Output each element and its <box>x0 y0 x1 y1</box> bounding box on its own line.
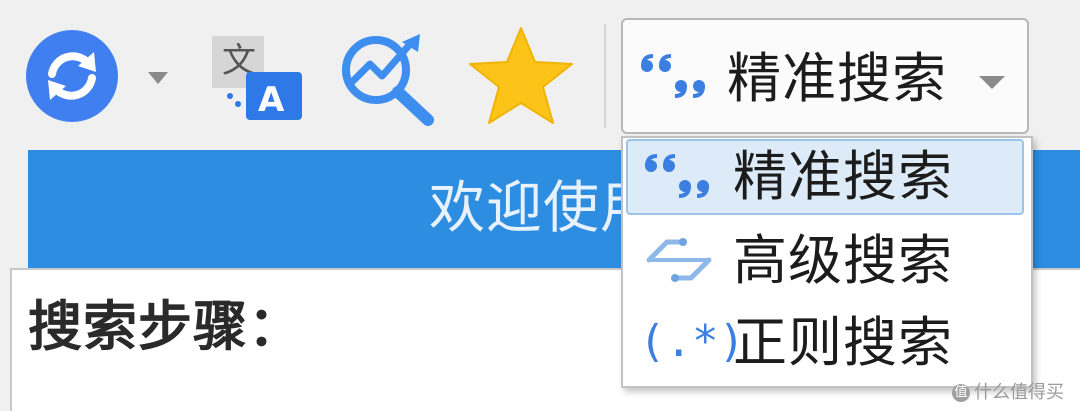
dropdown-item-label: 正则搜索 <box>733 311 953 374</box>
analytics-search-icon <box>342 34 434 126</box>
analytics-search-button[interactable] <box>334 28 442 126</box>
advanced-search-icon <box>646 238 712 282</box>
dropdown-item-advanced-search[interactable]: 高级搜索 <box>623 222 1031 300</box>
quote-icon <box>645 154 709 198</box>
watermark-text: 什么值得买 <box>974 382 1064 403</box>
watermark: 值什么值得买 <box>952 378 1064 404</box>
dropdown-item-regex-search[interactable]: (.*) 正则搜索 <box>623 304 1031 382</box>
toolbar: 文 A 精准搜索 <box>0 0 1080 140</box>
dropdown-item-exact-search[interactable]: 精准搜索 <box>623 138 1031 216</box>
dropdown-item-label: 精准搜索 <box>733 145 953 208</box>
dropdown-item-label: 高级搜索 <box>733 229 953 292</box>
chevron-down-icon[interactable] <box>142 68 182 88</box>
sync-icon <box>26 30 118 122</box>
search-mode-dropdown: 精准搜索 高级搜索 (.*) 正则搜索 <box>621 136 1033 388</box>
translate-button[interactable]: 文 A <box>210 32 304 122</box>
toolbar-separator <box>604 24 606 128</box>
quote-icon <box>641 54 705 98</box>
favorite-button[interactable] <box>466 24 576 128</box>
steps-heading: 搜索步骤： <box>28 295 303 358</box>
chevron-down-icon[interactable] <box>975 72 1009 92</box>
search-mode-selected-label: 精准搜索 <box>727 47 947 110</box>
translate-icon: 文 A <box>212 36 302 120</box>
watermark-logo-icon: 值 <box>952 384 970 402</box>
star-icon <box>469 27 573 124</box>
sync-button[interactable] <box>22 28 168 124</box>
svg-text:A: A <box>258 80 285 120</box>
search-mode-select[interactable]: 精准搜索 <box>621 18 1029 134</box>
regex-icon: (.*) <box>639 316 745 367</box>
